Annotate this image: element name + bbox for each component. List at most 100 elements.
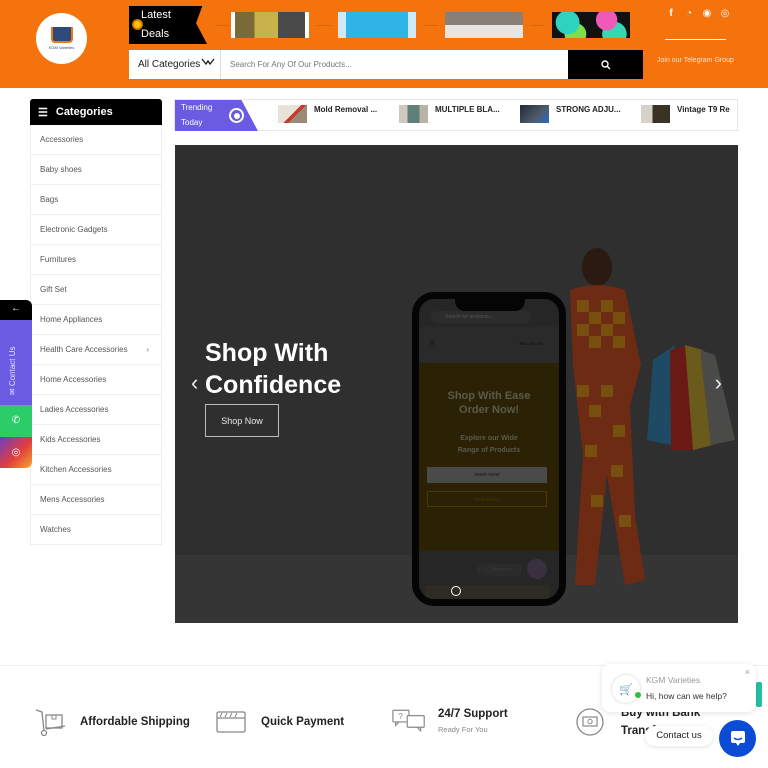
menu-icon: ☰	[429, 341, 436, 348]
category-label: Accessories	[40, 135, 84, 144]
hero-title-line-1: Shop With	[205, 339, 329, 367]
close-icon[interactable]: ×	[745, 667, 750, 677]
category-item[interactable]: Kids Accessories	[30, 425, 162, 455]
hero-title: Shop With Confidence	[205, 337, 341, 401]
feature-title: 24/7 Support	[438, 708, 508, 720]
deal-thumb-4[interactable]	[552, 12, 630, 38]
site-header: KGM Varieties Latest Deals All Categorie…	[0, 0, 768, 88]
categories-menu: ☰ Categories Accessories Baby shoes Bags…	[30, 99, 162, 545]
instagram-icon[interactable]: ◎	[720, 8, 730, 19]
category-item[interactable]: Health Care Accessories ›	[30, 335, 162, 365]
hero-title-line-2: Confidence	[205, 371, 342, 399]
divider	[665, 39, 726, 40]
category-label: Bags	[40, 195, 59, 204]
site-logo[interactable]: KGM Varieties	[36, 13, 87, 64]
next-slide-arrow[interactable]: ›	[715, 370, 722, 396]
categories-title: Categories	[55, 106, 113, 118]
deal-thumb-3[interactable]	[445, 12, 523, 38]
category-item[interactable]: Home Appliances	[30, 305, 162, 335]
phone-find-more-button: FIND MORE	[427, 491, 547, 507]
collapse-arrow-icon[interactable]: ←	[0, 300, 32, 320]
phone-chat-icon	[527, 559, 547, 579]
trending-item[interactable]: Mold Removal ...	[278, 105, 377, 123]
category-label: Kitchen Accessories	[40, 465, 112, 474]
whatsapp-icon[interactable]: ✆	[0, 405, 32, 437]
search-input[interactable]	[221, 50, 568, 79]
chevron-right-icon: ›	[146, 345, 149, 354]
search-icon	[600, 59, 610, 69]
category-item[interactable]: Watches	[30, 515, 162, 545]
search-button[interactable]	[568, 50, 643, 79]
category-label: Ladies Accessories	[40, 405, 109, 414]
category-label: Kids Accessories	[40, 435, 101, 444]
trending-today-tag: Trending Today	[175, 100, 258, 131]
category-item[interactable]: Home Accessories	[30, 365, 162, 395]
contact-us-tab[interactable]: ✉ Contact Us	[0, 320, 32, 405]
chat-launcher-button[interactable]	[719, 720, 756, 757]
divider	[215, 25, 229, 26]
trending-bar: Trending Today Mold Removal ... MULTIPLE…	[174, 99, 738, 131]
whatsapp-icon[interactable]: ◔	[684, 8, 694, 19]
category-select[interactable]: All Categories	[129, 50, 221, 79]
latest-deals-tag: Latest Deals	[129, 6, 207, 44]
deal-thumb-1[interactable]	[231, 12, 309, 38]
trending-item-name: STRONG ADJU...	[556, 105, 621, 114]
slide-indicator[interactable]	[451, 586, 461, 596]
product-thumbnail	[278, 105, 307, 123]
category-select-value: All Categories	[138, 59, 201, 70]
chevron-down-icon	[201, 57, 215, 70]
category-label: Furnitures	[40, 255, 77, 264]
prev-slide-arrow[interactable]: ‹	[191, 370, 198, 396]
phone-contact-pill: Contact us	[477, 564, 522, 576]
social-links: f ◔ ◉ ◎	[666, 8, 730, 19]
phone-top-bar: ☰ ₦62,000.00	[419, 327, 559, 363]
chat-greeting-popup[interactable]: 🛒 KGM Varieties Hi, how can we help? ×	[602, 664, 756, 712]
phone-banner: Shop With Ease Order Now! Explore our Wid…	[419, 363, 559, 551]
telegram-group-link[interactable]: Join our Telegram Group	[657, 57, 734, 64]
radio-ring-icon	[229, 108, 244, 123]
category-item[interactable]: Mens Accessories	[30, 485, 162, 515]
category-item[interactable]: Furnitures	[30, 245, 162, 275]
category-label: Health Care Accessories	[40, 345, 128, 354]
trending-item-name: Mold Removal ...	[314, 105, 378, 114]
category-item[interactable]: Ladies Accessories	[30, 395, 162, 425]
category-item[interactable]: Bags	[30, 185, 162, 215]
side-tab[interactable]	[756, 682, 762, 707]
trending-item[interactable]: STRONG ADJU...	[520, 105, 621, 123]
contact-us-pill[interactable]: Contact us	[645, 726, 713, 746]
trending-item[interactable]: MULTIPLE BLA...	[399, 105, 500, 123]
trending-label: Trending	[181, 103, 213, 112]
category-item[interactable]: Accessories	[30, 125, 162, 155]
category-label: Baby shoes	[40, 165, 82, 174]
telegram-icon[interactable]: ◉	[702, 8, 712, 19]
divider	[317, 25, 331, 26]
feature-affordable-shipping: Affordable Shipping	[34, 707, 190, 737]
deal-thumb-2[interactable]	[338, 12, 416, 38]
phone-shop-now-button: SHOP NOW	[427, 467, 547, 483]
phone-notch	[455, 299, 525, 311]
phone-cart-price: ₦62,000.00	[519, 341, 543, 346]
category-label: Gift Set	[40, 285, 67, 294]
cash-refresh-icon	[576, 708, 604, 736]
chat-message: Hi, how can we help?	[646, 691, 727, 701]
product-thumbnail	[399, 105, 428, 123]
phone-bottom-image	[425, 585, 549, 599]
online-status-dot	[635, 692, 641, 698]
shop-now-button[interactable]: Shop Now	[205, 404, 279, 437]
category-item[interactable]: Electronic Gadgets	[30, 215, 162, 245]
category-item[interactable]: Kitchen Accessories	[30, 455, 162, 485]
contact-us-label: ✉ Contact Us	[8, 346, 17, 396]
instagram-icon[interactable]: ◎	[0, 437, 32, 468]
feature-subtitle: Ready For You	[438, 725, 488, 734]
categories-header[interactable]: ☰ Categories	[30, 99, 162, 125]
facebook-icon[interactable]: f	[666, 8, 676, 19]
trending-item[interactable]: Vintage T9 Re	[641, 105, 737, 123]
list-icon: ☰	[38, 106, 48, 119]
phone-search-bar: Search for products...	[431, 311, 531, 323]
latest-deals-label-2: Deals	[141, 28, 170, 40]
phone-banner-title: Shop With Ease Order Now!	[447, 390, 531, 416]
hero-slider: Search for products... ☰ ₦62,000.00 Shop…	[175, 145, 738, 623]
hero-model-image	[555, 245, 735, 610]
category-item[interactable]: Gift Set	[30, 275, 162, 305]
category-item[interactable]: Baby shoes	[30, 155, 162, 185]
